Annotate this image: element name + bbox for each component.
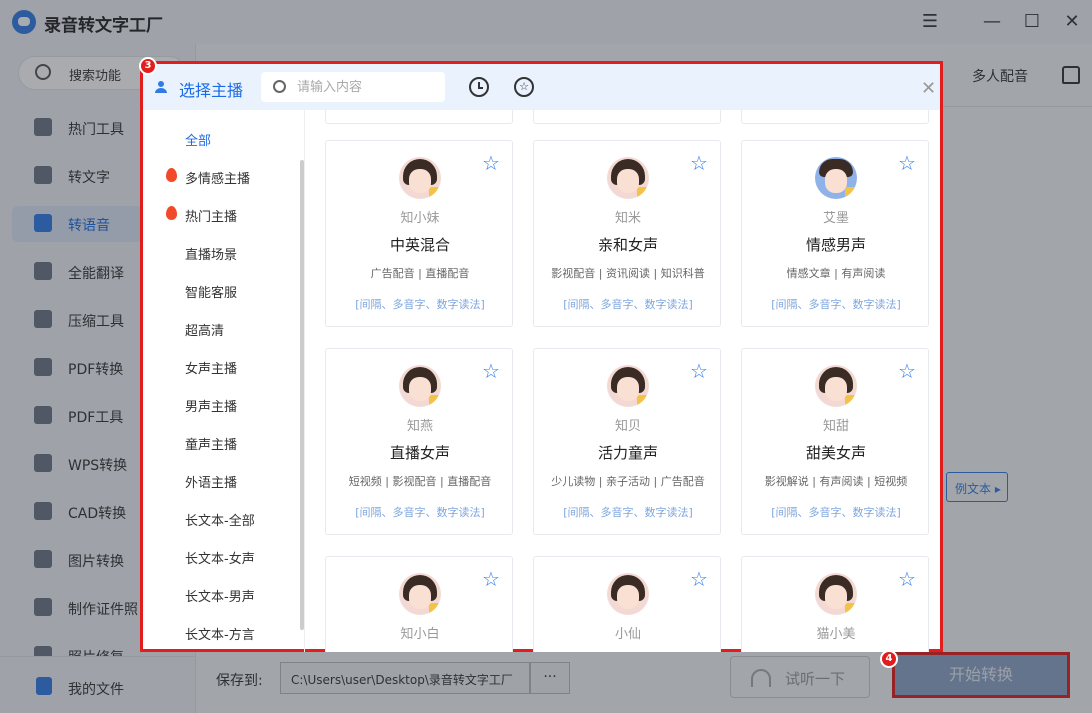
user-icon [155,81,167,93]
voice-search [261,72,445,102]
star-icon[interactable]: ☆ [690,567,708,591]
star-icon[interactable]: ☆ [690,151,708,175]
star-icon[interactable]: ☆ [898,567,916,591]
category-item[interactable]: 外语主播 [185,472,237,491]
voice-grid: ☆ 知小妹 中英混合 广告配音 | 直播配音 [间隔、多音字、数字读法] ☆ 知… [305,110,940,652]
avatar [399,157,441,199]
voice-card-partial [325,110,513,124]
category-item[interactable]: 超高清 [185,320,224,339]
voice-features: [间隔、多音字、数字读法] [355,298,485,311]
voice-title: 情感男声 [805,236,866,254]
voice-card[interactable]: ☆ 知燕 直播女声 短视频 | 影视配音 | 直播配音 [间隔、多音字、数字读法… [325,348,513,535]
avatar [399,365,441,407]
category-item[interactable]: 全部 [185,130,211,149]
voice-card-partial [741,110,929,124]
voice-card-partial [533,110,721,124]
category-item[interactable]: 长文本-男声 [185,586,255,605]
step-badge-3: 3 [139,57,157,75]
fire-icon [166,206,177,220]
star-icon[interactable]: ☆ [898,151,916,175]
dialog-close-icon[interactable]: ✕ [921,78,936,99]
avatar [607,365,649,407]
voice-name: 知燕 [406,419,433,434]
step-badge-4: 4 [880,650,898,668]
voice-tags: 少儿读物 | 亲子活动 | 广告配音 [551,475,705,488]
voice-name: 知贝 [614,419,641,434]
voice-features: [间隔、多音字、数字读法] [771,298,901,311]
star-icon[interactable]: ☆ [482,151,500,175]
voice-card[interactable]: ☆ 艾墨 情感男声 情感文章 | 有声阅读 [间隔、多音字、数字读法] [741,140,929,327]
voice-features: [间隔、多音字、数字读法] [563,298,693,311]
category-item[interactable]: 男声主播 [185,396,237,415]
voice-card[interactable]: ☆ 知米 亲和女声 影视配音 | 资讯阅读 | 知识科普 [间隔、多音字、数字读… [533,140,721,327]
voice-tags: 影视配音 | 资讯阅读 | 知识科普 [551,267,705,280]
voice-features: [间隔、多音字、数字读法] [563,506,693,519]
voice-title: 甜美女声 [805,444,866,462]
star-icon[interactable]: ☆ [690,359,708,383]
category-item[interactable]: 长文本-女声 [185,548,255,567]
category-item[interactable]: 智能客服 [185,282,237,301]
category-item[interactable]: 热门主播 [185,206,237,225]
voice-tags: 情感文章 | 有声阅读 [786,267,886,280]
voice-title: 活力童声 [597,444,658,462]
voice-features: [间隔、多音字、数字读法] [771,506,901,519]
voice-features: [间隔、多音字、数字读法] [355,506,485,519]
dialog-title: 选择主播 [179,81,244,100]
voice-name: 知甜 [822,419,849,434]
fire-icon [166,168,177,182]
category-item[interactable]: 多情感主播 [185,168,250,187]
category-item[interactable]: 长文本-全部 [185,510,255,529]
voice-card[interactable]: ☆ 猫小美 [741,556,929,652]
voice-card[interactable]: ☆ 知小白 [325,556,513,652]
voice-name: 知米 [614,211,641,226]
voice-card[interactable]: ☆ 知小妹 中英混合 广告配音 | 直播配音 [间隔、多音字、数字读法] [325,140,513,327]
voice-card[interactable]: ☆ 知贝 活力童声 少儿读物 | 亲子活动 | 广告配音 [间隔、多音字、数字读… [533,348,721,535]
category-list: 全部 多情感主播 热门主播 直播场景 智能客服 超高清 女声主播 男声主播 童声… [143,110,305,652]
voice-name: 知小妹 [400,211,440,226]
star-icon[interactable]: ☆ [482,359,500,383]
voice-tags: 广告配音 | 直播配音 [370,267,470,280]
voice-tags: 影视解说 | 有声阅读 | 短视频 [764,475,908,488]
voice-search-input[interactable] [297,78,437,96]
history-icon[interactable] [469,77,489,97]
avatar [607,157,649,199]
avatar [607,573,649,615]
category-item[interactable]: 直播场景 [185,244,237,263]
star-icon[interactable]: ☆ [482,567,500,591]
favorite-icon[interactable]: ☆ [514,77,534,97]
voice-title: 中英混合 [389,236,450,254]
voice-title: 亲和女声 [597,236,658,254]
category-item[interactable]: 女声主播 [185,358,237,377]
avatar [815,365,857,407]
voice-card[interactable]: ☆ 知甜 甜美女声 影视解说 | 有声阅读 | 短视频 [间隔、多音字、数字读法… [741,348,929,535]
search-icon [273,80,286,93]
voice-title: 直播女声 [389,444,450,462]
dialog-header: 选择主播 ☆ ✕ [143,64,940,110]
voice-tags: 短视频 | 影视配音 | 直播配音 [348,475,492,488]
avatar [815,157,857,199]
voice-name: 知小白 [400,627,440,642]
avatar [399,573,441,615]
category-item[interactable]: 童声主播 [185,434,237,453]
category-scrollbar[interactable] [300,160,304,630]
select-voice-dialog: 选择主播 ☆ ✕ 全部 多情感主播 热门主播 直播场景 智能客服 超高清 女声主… [140,61,943,652]
category-item[interactable]: 长文本-方言 [185,624,255,643]
voice-name: 猫小美 [816,627,856,642]
voice-name: 小仙 [614,627,641,642]
voice-card[interactable]: ☆ 小仙 [533,556,721,652]
star-icon[interactable]: ☆ [898,359,916,383]
avatar [815,573,857,615]
voice-name: 艾墨 [822,211,849,226]
